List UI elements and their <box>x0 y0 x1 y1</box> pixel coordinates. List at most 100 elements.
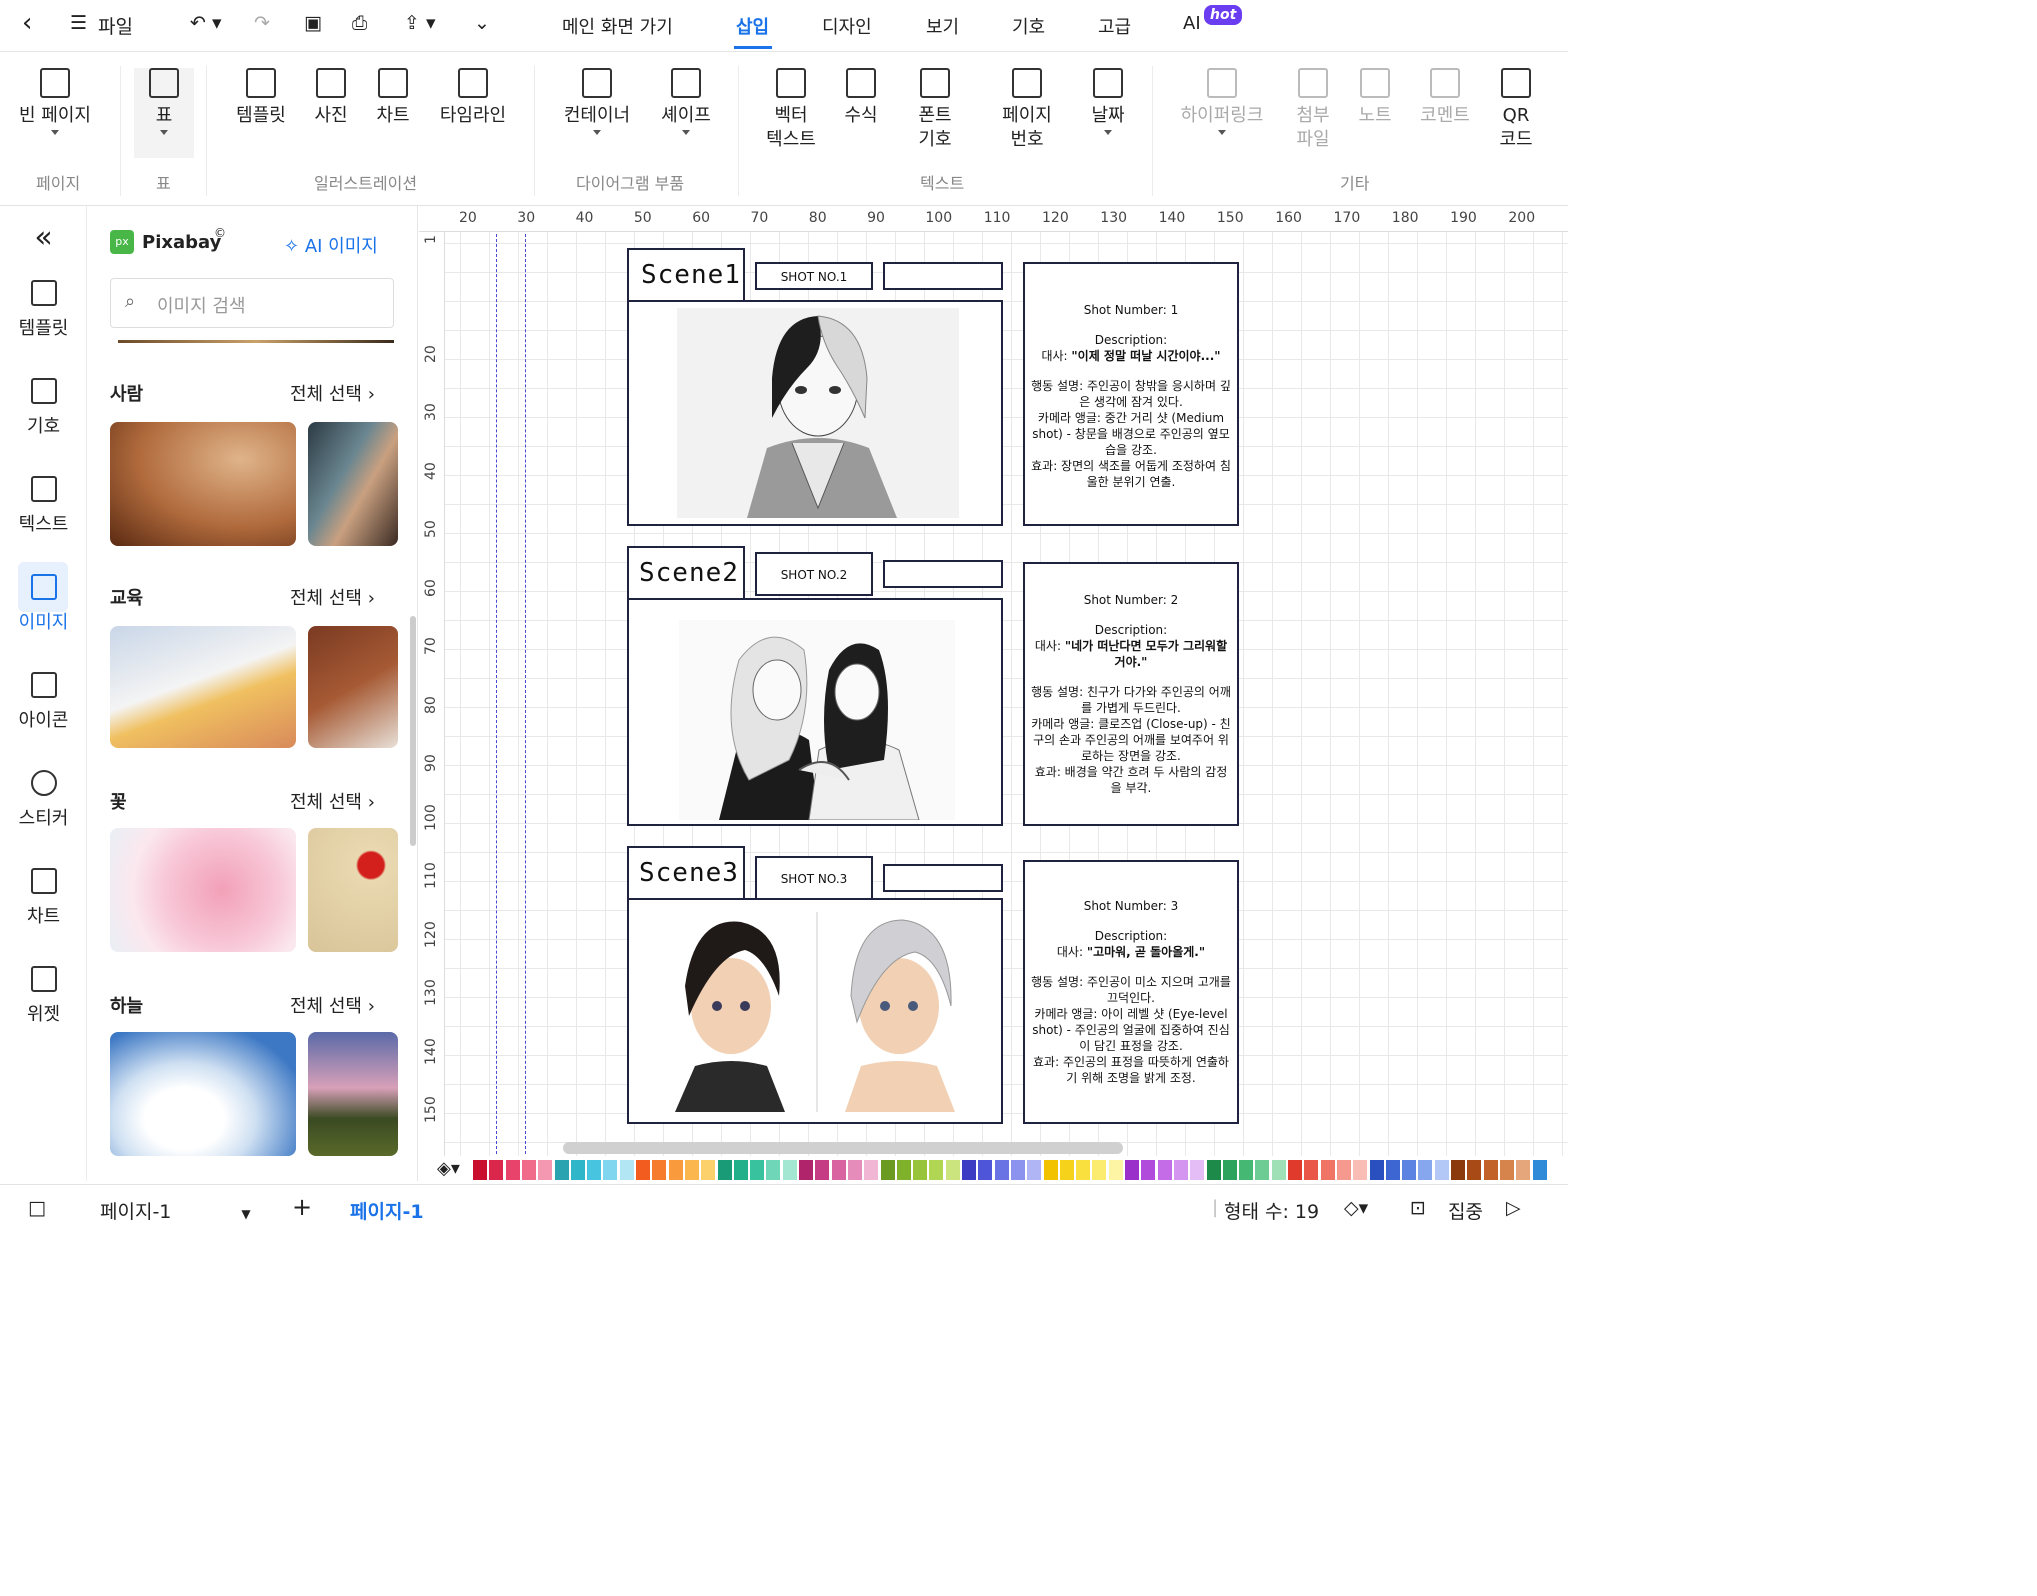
thumb-education-2[interactable] <box>308 626 398 748</box>
color-swatch[interactable] <box>1059 1160 1074 1180</box>
vector-text-button[interactable]: 벡터 텍스트 <box>756 68 826 152</box>
empty-tag-box[interactable] <box>883 864 1003 892</box>
page-tab-active[interactable]: 페이지-1 <box>350 1197 424 1224</box>
thumb-people-1[interactable] <box>110 422 296 546</box>
table-button[interactable]: 표 <box>134 68 194 158</box>
empty-tag-box[interactable] <box>883 560 1003 588</box>
nav-chart[interactable]: 차트 <box>0 868 87 928</box>
thumb-flower-2[interactable] <box>308 828 398 952</box>
scene-1-illustration[interactable] <box>677 308 959 518</box>
thumb-people-2[interactable] <box>308 422 398 546</box>
chart-button[interactable]: 차트 <box>368 68 418 128</box>
formula-button[interactable]: 수식 <box>836 68 886 128</box>
color-swatch[interactable] <box>1418 1160 1433 1180</box>
color-swatch[interactable] <box>1304 1160 1319 1180</box>
color-swatch[interactable] <box>554 1160 569 1180</box>
color-swatch[interactable] <box>1010 1160 1025 1180</box>
tab-ai[interactable]: AI <box>1183 13 1201 34</box>
color-swatch[interactable] <box>1288 1160 1302 1180</box>
page-number-button[interactable]: 페이지 번호 <box>990 68 1064 152</box>
thumb-sky-2[interactable] <box>308 1032 398 1156</box>
select-all-people[interactable]: 전체 선택 › <box>290 380 375 406</box>
template-button[interactable]: 템플릿 <box>228 68 294 128</box>
font-symbol-button[interactable]: 폰트 기호 <box>904 68 966 152</box>
scene-image-frame[interactable] <box>627 300 1003 526</box>
attachment-button[interactable]: 첨부 파일 <box>1288 68 1338 152</box>
color-swatch[interactable] <box>1076 1160 1091 1180</box>
select-all-flower[interactable]: 전체 선택 › <box>290 788 375 814</box>
scene-title-box[interactable]: Scene2 <box>627 546 745 600</box>
color-swatch[interactable] <box>1499 1160 1514 1180</box>
color-swatch[interactable] <box>489 1160 504 1180</box>
file-menu[interactable]: 파일 <box>98 12 133 39</box>
select-all-sky[interactable]: 전체 선택 › <box>290 992 375 1018</box>
color-swatch[interactable] <box>1353 1160 1368 1180</box>
color-swatch[interactable] <box>636 1160 650 1180</box>
color-swatch[interactable] <box>766 1160 781 1180</box>
nav-text[interactable]: 텍스트 <box>0 476 87 536</box>
color-swatch[interactable] <box>1092 1160 1107 1180</box>
blank-page-button[interactable]: 빈 페이지 <box>12 68 98 135</box>
color-swatch[interactable] <box>1483 1160 1498 1180</box>
search-input[interactable]: ⌕ 이미지 검색 <box>110 278 394 328</box>
color-swatch[interactable] <box>717 1160 732 1180</box>
scene-image-frame[interactable] <box>627 898 1003 1124</box>
container-button[interactable]: 컨테이너 <box>556 68 638 135</box>
color-swatch[interactable] <box>1369 1160 1384 1180</box>
save-icon[interactable]: ▣ <box>304 12 322 34</box>
color-swatch[interactable] <box>929 1160 944 1180</box>
color-swatch[interactable] <box>782 1160 797 1180</box>
color-swatch[interactable] <box>913 1160 928 1180</box>
scene-title-box[interactable]: Scene1 <box>627 248 745 302</box>
focus-mode-icon[interactable]: ⊡ <box>1410 1197 1426 1219</box>
color-swatch[interactable] <box>1141 1160 1156 1180</box>
thumb-sky-1[interactable] <box>110 1032 296 1156</box>
color-swatch[interactable] <box>799 1160 813 1180</box>
scene-image-frame[interactable] <box>627 598 1003 826</box>
color-swatch[interactable] <box>1239 1160 1254 1180</box>
hyperlink-button[interactable]: 하이퍼링크 <box>1172 68 1272 135</box>
color-swatch[interactable] <box>587 1160 602 1180</box>
ai-image-link[interactable]: ✧ AI 이미지 <box>284 232 378 258</box>
tab-view[interactable]: 보기 <box>926 13 959 39</box>
color-swatch[interactable] <box>1157 1160 1172 1180</box>
redo-icon[interactable]: ↷ <box>254 12 270 34</box>
color-swatch[interactable] <box>619 1160 634 1180</box>
fill-bucket-icon[interactable]: ◈▾ <box>437 1158 460 1179</box>
color-swatch[interactable] <box>831 1160 846 1180</box>
play-icon[interactable]: ▷ <box>1506 1197 1521 1219</box>
color-swatch[interactable] <box>1190 1160 1205 1180</box>
tab-advanced[interactable]: 고급 <box>1098 13 1131 39</box>
color-swatch[interactable] <box>1320 1160 1335 1180</box>
color-swatch[interactable] <box>1206 1160 1221 1180</box>
color-swatch[interactable] <box>603 1160 618 1180</box>
scene-title-box[interactable]: Scene3 <box>627 846 745 900</box>
note-button[interactable]: 노트 <box>1350 68 1400 128</box>
tab-home[interactable]: 메인 화면 가기 <box>562 13 673 39</box>
color-swatch[interactable] <box>1385 1160 1400 1180</box>
qr-code-button[interactable]: QR 코드 <box>1492 68 1540 152</box>
color-swatch[interactable] <box>538 1160 553 1180</box>
nav-image[interactable]: 이미지 <box>0 574 87 634</box>
color-swatch[interactable] <box>733 1160 748 1180</box>
color-swatch[interactable] <box>473 1160 487 1180</box>
color-swatch[interactable] <box>1271 1160 1286 1180</box>
nav-widget[interactable]: 위젯 <box>0 966 87 1026</box>
shot-no-box[interactable]: SHOT NO.1 <box>755 262 873 290</box>
color-swatch[interactable] <box>1434 1160 1449 1180</box>
color-swatch[interactable] <box>652 1160 667 1180</box>
empty-tag-box[interactable] <box>883 262 1003 290</box>
color-swatch[interactable] <box>1043 1160 1058 1180</box>
color-swatch[interactable] <box>945 1160 960 1180</box>
thumb-flower-1[interactable] <box>110 828 296 952</box>
more-icon[interactable]: ⌄ <box>474 12 490 34</box>
color-swatch[interactable] <box>668 1160 683 1180</box>
scene-2-illustration[interactable] <box>679 620 955 820</box>
add-page-button[interactable]: + <box>292 1193 312 1221</box>
thumb-education-1[interactable] <box>110 626 296 748</box>
layers-icon[interactable]: ◇▾ <box>1344 1197 1368 1219</box>
color-swatch[interactable] <box>1108 1160 1123 1180</box>
select-all-education[interactable]: 전체 선택 › <box>290 584 375 610</box>
timeline-button[interactable]: 타임라인 <box>432 68 514 128</box>
color-swatch[interactable] <box>570 1160 585 1180</box>
